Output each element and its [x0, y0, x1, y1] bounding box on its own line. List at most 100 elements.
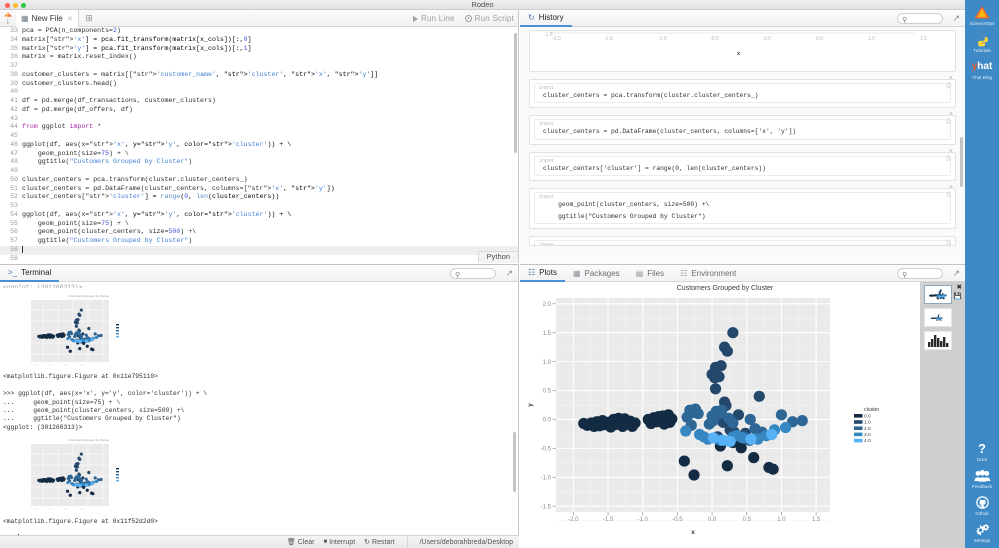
- rail-item-scienceops[interactable]: ScienceOps: [965, 0, 999, 27]
- code-line[interactable]: 33 pca = PCA(n_components=2): [0, 27, 518, 36]
- close-icon[interactable]: ×: [949, 148, 953, 155]
- scatter-point: [780, 421, 792, 434]
- code-line[interactable]: 54 ggplot(df, aes(x="str">'x', y= "str" >'y…: [0, 211, 518, 220]
- copy-icon[interactable]: ⎙: [946, 156, 951, 163]
- editor-pane: ▦ New File × ⊞ Run Line Run Script 33 pca…: [0, 9, 519, 263]
- rail-item-settings[interactable]: Settings: [965, 517, 999, 544]
- line-content: from ggplot import *: [22, 123, 102, 131]
- code-line[interactable]: 38 customer_clusters = matrix[["str">'cus…: [0, 71, 518, 80]
- code-line[interactable]: 55 geom_point(size=75) + \: [0, 220, 518, 229]
- close-icon[interactable]: ×: [949, 184, 953, 191]
- code-line[interactable]: 50 cluster_centers = pca.transform(cluste…: [0, 176, 518, 185]
- scatter-point: [937, 297, 939, 300]
- history-search-input[interactable]: ⚲: [897, 13, 943, 24]
- run-script-label: Run Script: [474, 14, 514, 23]
- code-line[interactable]: 47 geom_point(size=75) + \: [0, 150, 518, 159]
- history-card-image-partial[interactable]: -2.0 -1.5 -1.0 -0.5 0.0 0.5 1.0 1.5 -1.5 x: [529, 30, 956, 72]
- scatter-point: [942, 295, 945, 298]
- plots-expand-button[interactable]: ↗: [952, 268, 960, 278]
- code-line[interactable]: 52 cluster_centers["str">'cluster'] = ran…: [0, 193, 518, 202]
- editor-tab-new-file[interactable]: ▦ New File ×: [16, 9, 80, 27]
- legend-swatch: [854, 438, 863, 443]
- rail-item-feedback[interactable]: Feedback: [965, 463, 999, 490]
- code-line[interactable]: 39 customer_clusters.head(): [0, 80, 518, 89]
- plot-thumbnail-1[interactable]: [924, 285, 952, 304]
- history-card[interactable]: × image ⎙: [529, 236, 956, 247]
- copy-icon[interactable]: ⎙: [946, 240, 951, 245]
- copy-icon[interactable]: ⎙: [946, 119, 951, 126]
- code-line[interactable]: 53: [0, 202, 518, 211]
- tab-packages[interactable]: ▦ Packages: [565, 265, 628, 282]
- close-icon[interactable]: ×: [949, 111, 953, 118]
- language-selector[interactable]: Python: [477, 251, 518, 263]
- plot-save-icon[interactable]: 💾: [954, 293, 962, 301]
- code-line[interactable]: 34 matrix["str">'x'] = pca.fit_transform(…: [0, 36, 518, 45]
- terminal-output[interactable]: <ggplot: (301268313)> Customers Grouped …: [0, 282, 518, 535]
- run-line-button[interactable]: Run Line: [413, 14, 455, 23]
- code-line[interactable]: 46 ggplot(df, aes(x="str">'x', y= "str" >'y…: [0, 141, 518, 150]
- rail-item-yhat-blog[interactable]: yhat Yhat Blog: [965, 54, 999, 81]
- terminal-scrollbar[interactable]: [513, 432, 516, 492]
- tab-history[interactable]: ↻ History: [520, 10, 572, 27]
- code-line[interactable]: 36 matrix = matrix.reset_index(): [0, 53, 518, 62]
- x-tick-label: 0.5: [743, 517, 752, 523]
- history-card[interactable]: × input cluster_centers['cluster'] = range…: [529, 148, 956, 182]
- code-line[interactable]: 44 from ggplot import *: [0, 123, 518, 132]
- close-icon[interactable]: ×: [949, 237, 953, 239]
- history-card[interactable]: × input cluster_centers = pca.transform(cl…: [529, 75, 956, 109]
- x-tick-label: -1.5: [603, 517, 614, 523]
- tab-plots[interactable]: ☷ Plots: [520, 265, 565, 282]
- restart-button[interactable]: ↻ Restart: [364, 538, 394, 547]
- run-script-button[interactable]: Run Script: [464, 14, 514, 23]
- history-list[interactable]: -2.0 -1.5 -1.0 -0.5 0.0 0.5 1.0 1.5 -1.5 x ×…: [520, 27, 965, 263]
- terminal-search-input[interactable]: ⚲: [450, 268, 496, 279]
- terminal-line: <ggplot: (301268313)>: [3, 284, 83, 288]
- clear-button[interactable]: 🗑 Clear: [287, 538, 315, 547]
- y-tick-label: 1.0: [543, 360, 552, 366]
- line-number: 40: [10, 88, 18, 96]
- close-icon[interactable]: ×: [949, 75, 953, 82]
- new-tab-button[interactable]: ⊞: [79, 13, 99, 24]
- scatter-point: [727, 417, 739, 429]
- code-line[interactable]: 48 ggtitle("Customers Grouped by Cluster…: [0, 158, 518, 167]
- close-icon[interactable]: ×: [68, 14, 73, 23]
- code-line[interactable]: 49: [0, 167, 518, 176]
- history-card[interactable]: × input geom_point(cluster_centers, size=…: [529, 184, 956, 230]
- code-line[interactable]: 59: [0, 255, 518, 264]
- copy-icon[interactable]: ⎙: [946, 192, 951, 199]
- code-line[interactable]: 41 df = pd.merge(df_transactions, custome…: [0, 97, 518, 106]
- tab-terminal[interactable]: >_ Terminal: [0, 265, 60, 282]
- scatter-point: [75, 465, 80, 469]
- interrupt-button[interactable]: ■ Interrupt: [323, 539, 355, 546]
- code-editor[interactable]: 33 pca = PCA(n_components=2) 34 matrix["str…: [0, 27, 518, 263]
- line-number: 35: [10, 44, 18, 52]
- code-line[interactable]: 51 cluster_centers = pd.DataFrame(cluster…: [0, 185, 518, 194]
- code-line[interactable]: 58: [0, 245, 518, 255]
- history-card[interactable]: × input cluster_centers = pd.DataFrame(clu…: [529, 111, 956, 145]
- x-tick-label: 1.0: [777, 517, 786, 523]
- tab-environment[interactable]: ☷ Environment: [672, 265, 744, 282]
- rail-item-github[interactable]: Github: [965, 490, 999, 517]
- plot-close-button[interactable]: ✖: [957, 284, 962, 292]
- code-line[interactable]: 57 ggtitle("Customers Grouped by Cluster…: [0, 237, 518, 246]
- code-line[interactable]: 37: [0, 62, 518, 71]
- plot-thumbnail-3[interactable]: [924, 331, 952, 350]
- terminal-expand-button[interactable]: ↗: [505, 268, 513, 278]
- tab-files[interactable]: ▤ Files: [628, 265, 672, 282]
- history-scrollbar[interactable]: [960, 137, 963, 187]
- scatter-point: [79, 478, 83, 482]
- code-line[interactable]: 35 matrix["str">'y'] = pca.fit_transform(…: [0, 45, 518, 54]
- plots-search-input[interactable]: ⚲: [897, 268, 943, 279]
- history-expand-button[interactable]: ↗: [952, 13, 960, 23]
- code-line[interactable]: 42 df = pd.merge(df_offers, df): [0, 106, 518, 115]
- editor-scrollbar[interactable]: [514, 33, 517, 153]
- plot-thumbnail-2[interactable]: [924, 308, 952, 327]
- code-line[interactable]: 56 geom_point(cluster_centers, size=500)…: [0, 228, 518, 237]
- rail-item-tutorials[interactable]: Tutorials: [965, 27, 999, 54]
- code-line[interactable]: 43: [0, 115, 518, 124]
- code-line[interactable]: 40: [0, 88, 518, 97]
- copy-icon[interactable]: ⎙: [946, 83, 951, 90]
- rail-item-docs[interactable]: ? Docs: [965, 436, 999, 463]
- code-line[interactable]: 45: [0, 132, 518, 141]
- history-header: ↻ History ⚲ ↗: [520, 10, 965, 27]
